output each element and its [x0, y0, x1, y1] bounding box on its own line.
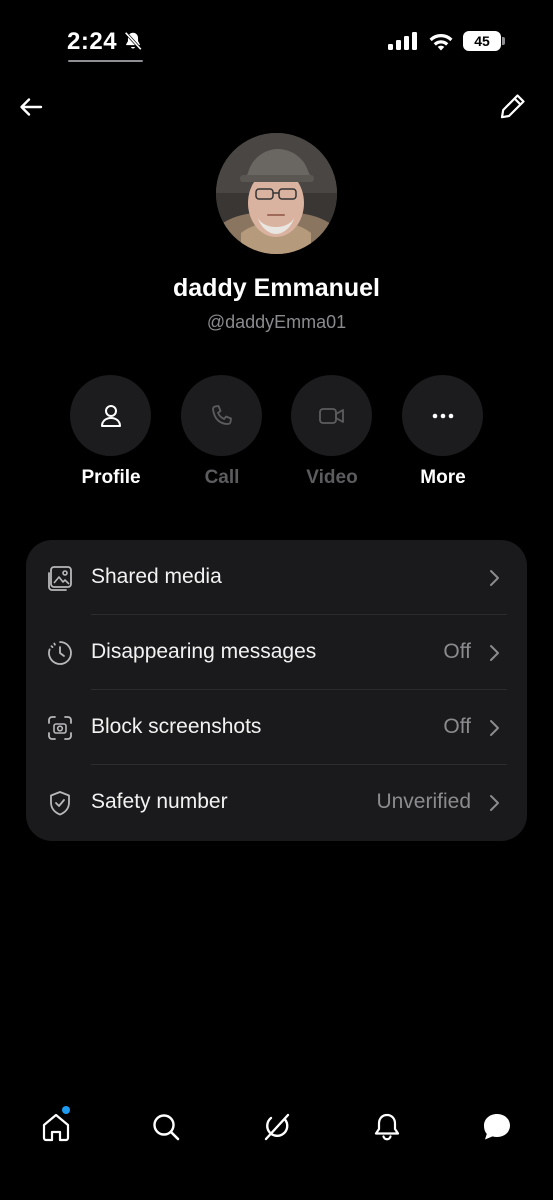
disappearing-messages-row[interactable]: Disappearing messages Off [26, 615, 527, 690]
status-bar: 2:24 45 [0, 0, 553, 70]
grok-icon[interactable] [260, 1110, 294, 1144]
chevron-right-icon [490, 645, 499, 661]
status-time: 2:24 [67, 28, 118, 55]
battery-indicator: 45 [463, 31, 505, 51]
contact-handle: @daddyEmma01 [206, 312, 347, 332]
bell-off-icon [124, 31, 142, 51]
message-bubble-icon[interactable] [480, 1110, 514, 1144]
wifi-icon [429, 33, 453, 51]
call-action-circle[interactable] [181, 375, 262, 456]
disappearing-messages-label: Disappearing messages [91, 640, 317, 663]
home-icon[interactable] [39, 1110, 73, 1144]
home-notification-dot [62, 1106, 70, 1114]
video-action-circle[interactable] [291, 375, 372, 456]
timer-icon [48, 641, 72, 665]
back-arrow-icon[interactable] [16, 92, 46, 122]
person-icon [100, 404, 121, 427]
contact-name: daddy Emmanuel [173, 274, 380, 302]
video-icon [318, 407, 344, 424]
safety-number-label: Safety number [91, 790, 228, 813]
cellular-signal-icon [388, 32, 417, 50]
safety-number-row[interactable]: Safety number Unverified [26, 765, 527, 840]
more-action-label: More [420, 467, 466, 488]
shield-check-icon [50, 791, 70, 816]
video-action-button[interactable]: Video [291, 375, 373, 495]
profile-action-label: Profile [81, 467, 141, 488]
more-action-button[interactable]: More [402, 375, 484, 495]
conversation-settings-card: Shared media Disappearing messages Off B… [26, 540, 527, 841]
block-screenshots-row[interactable]: Block screenshots Off [26, 690, 527, 765]
call-action-label: Call [204, 467, 240, 488]
block-screenshots-value: Off [443, 715, 471, 738]
screenshot-camera-icon [48, 716, 72, 740]
bell-icon[interactable] [370, 1110, 404, 1144]
chevron-right-icon [490, 795, 499, 811]
video-action-label: Video [306, 467, 358, 488]
contact-avatar[interactable] [216, 133, 337, 254]
edit-pencil-icon[interactable] [498, 91, 528, 121]
disappearing-messages-value: Off [443, 640, 471, 663]
ellipsis-icon [432, 413, 453, 418]
block-screenshots-label: Block screenshots [91, 715, 262, 738]
safety-number-value: Unverified [376, 790, 471, 813]
battery-level: 45 [474, 33, 490, 49]
time-underline [68, 60, 143, 62]
media-gallery-icon [48, 566, 72, 591]
call-action-button[interactable]: Call [181, 375, 263, 495]
search-icon[interactable] [149, 1110, 183, 1144]
more-action-circle[interactable] [402, 375, 483, 456]
chevron-right-icon [490, 720, 499, 736]
shared-media-label: Shared media [91, 565, 222, 588]
profile-action-button[interactable]: Profile [70, 375, 152, 495]
bottom-navigation-bar [0, 1100, 553, 1160]
profile-action-circle[interactable] [70, 375, 151, 456]
chevron-right-icon [490, 570, 499, 586]
shared-media-row[interactable]: Shared media [26, 540, 527, 615]
phone-icon [211, 404, 232, 425]
